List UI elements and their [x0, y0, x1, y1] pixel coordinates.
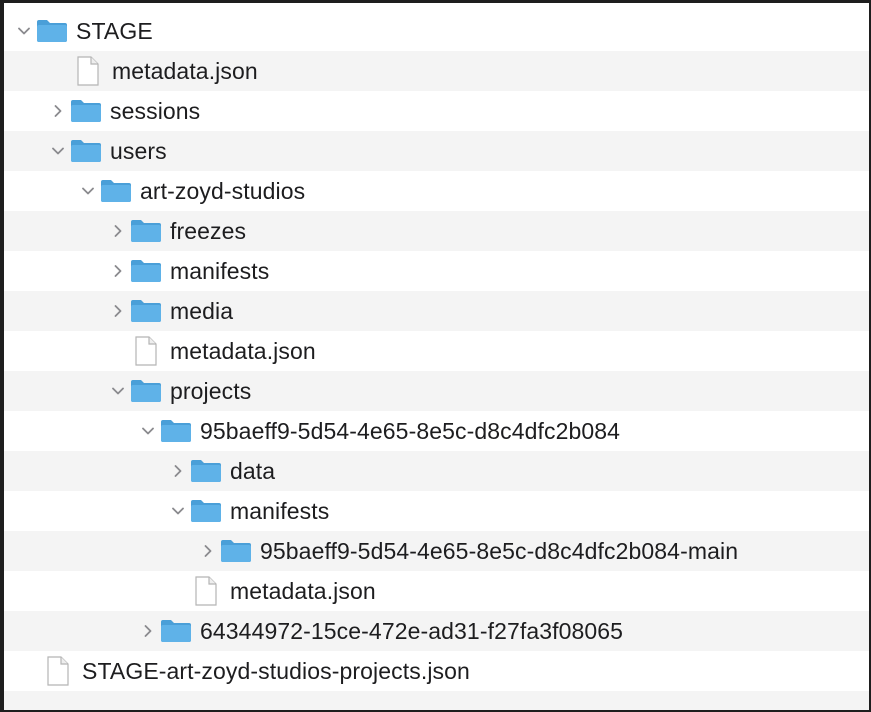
chevron-down-icon[interactable] [50, 143, 66, 159]
tree-row-project-95baeff9[interactable]: 95baeff9-5d54-4e65-8e5c-d8c4dfc2b084 [4, 411, 869, 451]
tree-item-label: art-zoyd-studios [140, 177, 306, 204]
tree-row-art-zoyd-studios[interactable]: art-zoyd-studios [4, 171, 869, 211]
chevron-right-icon[interactable] [110, 303, 126, 319]
tree-row-projects[interactable]: projects [4, 371, 869, 411]
tree-row-manifests-expanded[interactable]: manifests [4, 491, 869, 531]
tree-row-freezes[interactable]: freezes [4, 211, 869, 251]
chevron-down-icon[interactable] [140, 423, 156, 439]
tree-row-stage[interactable]: STAGE [4, 11, 869, 51]
tree-row-metadata-json[interactable]: metadata.json [4, 571, 869, 611]
tree-item-label: STAGE [76, 17, 153, 44]
empty-row [4, 691, 869, 710]
tree-row-project-64344972[interactable]: 64344972-15ce-472e-ad31-f27fa3f08065 [4, 611, 869, 651]
file-icon [46, 656, 70, 686]
tree-row-metadata-json[interactable]: metadata.json [4, 331, 869, 371]
tree-item-label: media [170, 297, 234, 324]
folder-icon [70, 99, 102, 123]
folder-icon [220, 539, 252, 563]
chevron-down-icon[interactable] [80, 183, 96, 199]
tree-item-label: freezes [170, 217, 247, 244]
tree-item-label: manifests [170, 257, 270, 284]
tree-item-label: manifests [230, 497, 330, 524]
chevron-right-icon[interactable] [170, 463, 186, 479]
tree-item-label: metadata.json [170, 337, 316, 364]
chevron-down-icon[interactable] [170, 503, 186, 519]
chevron-down-icon[interactable] [110, 383, 126, 399]
tree-item-label: data [230, 457, 276, 484]
tree-item-label: sessions [110, 97, 201, 124]
finder-list-view: STAGE metadata.json sessions users art-z… [4, 3, 869, 710]
folder-icon [190, 459, 222, 483]
file-icon [194, 576, 218, 606]
tree-item-label: metadata.json [230, 577, 376, 604]
tree-row-stage-projects-json[interactable]: STAGE-art-zoyd-studios-projects.json [4, 651, 869, 691]
folder-icon [130, 379, 162, 403]
tree-row-users[interactable]: users [4, 131, 869, 171]
chevron-right-icon[interactable] [110, 223, 126, 239]
tree-item-label: 64344972-15ce-472e-ad31-f27fa3f08065 [200, 617, 624, 644]
folder-icon [70, 139, 102, 163]
folder-icon [190, 499, 222, 523]
tree-row-media[interactable]: media [4, 291, 869, 331]
tree-row-manifests[interactable]: manifests [4, 251, 869, 291]
file-icon [76, 56, 100, 86]
file-icon [134, 336, 158, 366]
tree-item-label: projects [170, 377, 252, 404]
tree-item-label: 95baeff9-5d54-4e65-8e5c-d8c4dfc2b084-mai… [260, 537, 739, 564]
chevron-right-icon[interactable] [140, 623, 156, 639]
tree-item-label: users [110, 137, 167, 164]
tree-row-manifest-main[interactable]: 95baeff9-5d54-4e65-8e5c-d8c4dfc2b084-mai… [4, 531, 869, 571]
tree-row-metadata-json[interactable]: metadata.json [4, 51, 869, 91]
chevron-right-icon[interactable] [200, 543, 216, 559]
tree-row-data[interactable]: data [4, 451, 869, 491]
folder-icon [36, 19, 68, 43]
tree-item-label: STAGE-art-zoyd-studios-projects.json [82, 657, 470, 684]
tree-item-label: 95baeff9-5d54-4e65-8e5c-d8c4dfc2b084 [200, 417, 621, 444]
folder-icon [160, 419, 192, 443]
chevron-right-icon[interactable] [50, 103, 66, 119]
folder-icon [130, 219, 162, 243]
chevron-down-icon[interactable] [16, 23, 32, 39]
folder-icon [160, 619, 192, 643]
folder-icon [100, 179, 132, 203]
folder-icon [130, 259, 162, 283]
tree-row-sessions[interactable]: sessions [4, 91, 869, 131]
tree-item-label: metadata.json [112, 57, 258, 84]
chevron-right-icon[interactable] [110, 263, 126, 279]
folder-icon [130, 299, 162, 323]
